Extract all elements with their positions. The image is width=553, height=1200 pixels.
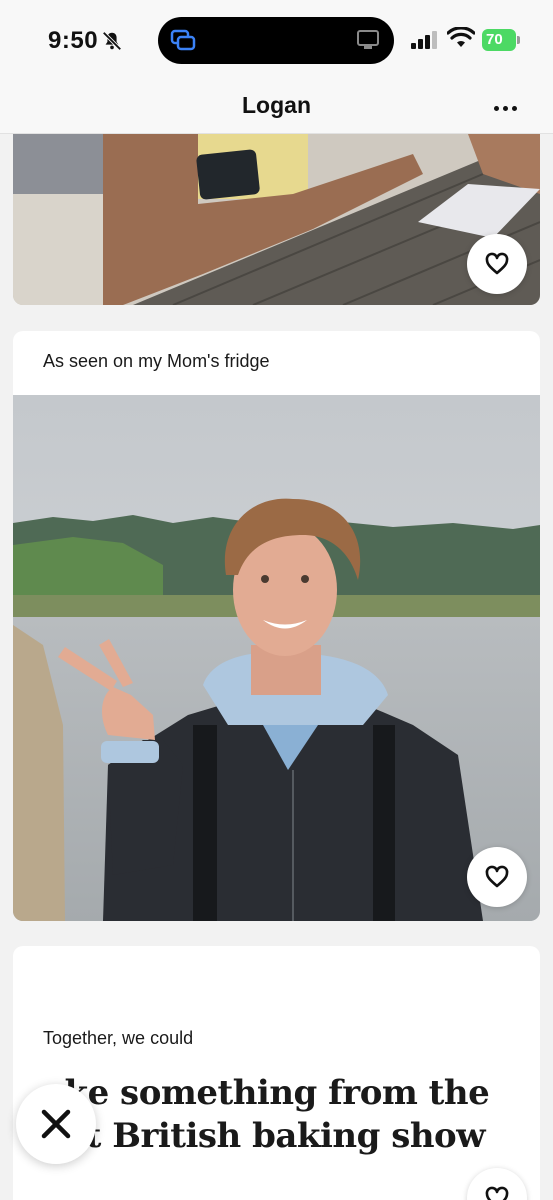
- profile-header: Logan: [0, 82, 553, 134]
- profile-feed[interactable]: As seen on my Mom's fridge Together, we …: [0, 134, 553, 1200]
- like-button[interactable]: [467, 234, 527, 294]
- like-button[interactable]: [467, 1168, 527, 1200]
- battery-level: 70: [482, 29, 516, 51]
- like-button[interactable]: [467, 847, 527, 907]
- airplay-icon: [357, 30, 379, 49]
- heart-icon: [485, 865, 509, 888]
- text-prompt-card: Together, we could ake something from th…: [13, 946, 540, 1200]
- heart-icon: [485, 252, 509, 275]
- prompt-question: Together, we could: [43, 1028, 194, 1048]
- profile-photo: [13, 395, 540, 921]
- signal-icon: [411, 31, 437, 49]
- more-icon[interactable]: [490, 96, 520, 120]
- profile-photo-card: [13, 134, 540, 305]
- screen-share-icon: [170, 29, 196, 51]
- bell-off-icon: [102, 31, 122, 51]
- prompt-answer: ake something from the eat British bakin…: [43, 1073, 490, 1156]
- status-time: 9:50: [48, 27, 99, 54]
- profile-name: Logan: [242, 92, 311, 118]
- photo-prompt-card: As seen on my Mom's fridge: [13, 331, 540, 921]
- status-bar: 9:50 70: [0, 0, 553, 82]
- dynamic-island: [158, 17, 394, 64]
- close-icon: [41, 1109, 71, 1139]
- heart-icon: [485, 1186, 509, 1200]
- photo-caption: As seen on my Mom's fridge: [43, 351, 270, 371]
- wifi-icon: [447, 27, 475, 47]
- profile-photo: [13, 134, 540, 305]
- battery-icon: 70: [482, 29, 520, 51]
- skip-button[interactable]: [16, 1084, 96, 1164]
